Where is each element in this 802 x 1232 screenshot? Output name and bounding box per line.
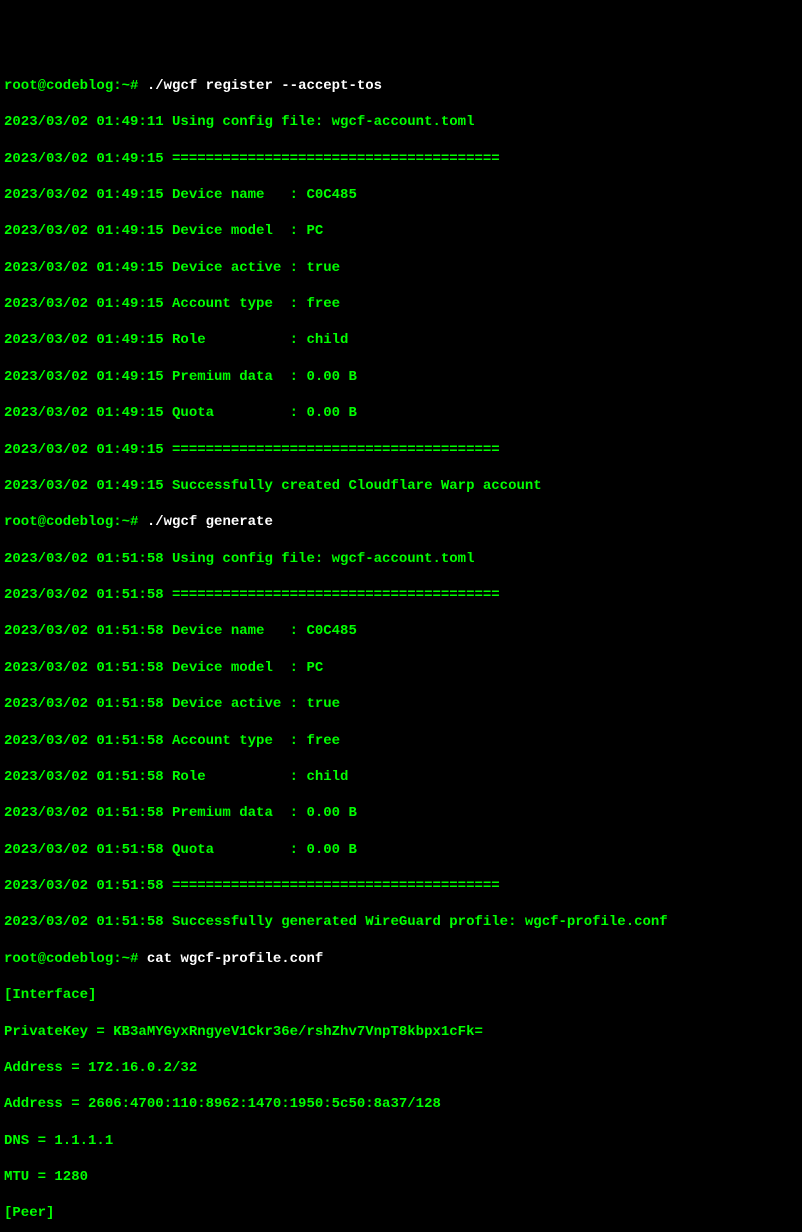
output-line: 2023/03/02 01:51:58 Quota : 0.00 B (4, 841, 798, 859)
output-line: 2023/03/02 01:51:58 Account type : free (4, 732, 798, 750)
output-line: 2023/03/02 01:49:11 Using config file: w… (4, 113, 798, 131)
prompt-path: ~ (122, 78, 130, 94)
conf-line: MTU = 1280 (4, 1168, 798, 1186)
output-line: 2023/03/02 01:49:15 Quota : 0.00 B (4, 404, 798, 422)
prompt-line-3[interactable]: root@codeblog:~# cat wgcf-profile.conf (4, 950, 798, 968)
prompt-hash: # (130, 514, 147, 530)
conf-line: Address = 2606:4700:110:8962:1470:1950:5… (4, 1095, 798, 1113)
prompt-hash: # (130, 951, 147, 967)
output-line: 2023/03/02 01:51:58 ====================… (4, 586, 798, 604)
prompt-userhost: root@codeblog (4, 78, 113, 94)
output-line: 2023/03/02 01:51:58 ====================… (4, 877, 798, 895)
prompt-path: ~ (122, 951, 130, 967)
output-line: 2023/03/02 01:51:58 Successfully generat… (4, 913, 798, 931)
output-line: 2023/03/02 01:49:15 Device active : true (4, 259, 798, 277)
conf-line: [Peer] (4, 1204, 798, 1222)
prompt-userhost: root@codeblog (4, 514, 113, 530)
command-text: ./wgcf generate (147, 514, 273, 530)
prompt-sep: : (113, 951, 121, 967)
output-line: 2023/03/02 01:51:58 Using config file: w… (4, 550, 798, 568)
command-text: ./wgcf register --accept-tos (147, 78, 382, 94)
command-text: cat wgcf-profile.conf (147, 951, 323, 967)
output-line: 2023/03/02 01:49:15 Successfully created… (4, 477, 798, 495)
prompt-sep: : (113, 78, 121, 94)
prompt-line-1[interactable]: root@codeblog:~# ./wgcf register --accep… (4, 77, 798, 95)
prompt-hash: # (130, 78, 147, 94)
output-line: 2023/03/02 01:49:15 Premium data : 0.00 … (4, 368, 798, 386)
conf-line: Address = 172.16.0.2/32 (4, 1059, 798, 1077)
output-line: 2023/03/02 01:49:15 ====================… (4, 150, 798, 168)
prompt-sep: : (113, 514, 121, 530)
output-line: 2023/03/02 01:49:15 ====================… (4, 441, 798, 459)
output-line: 2023/03/02 01:49:15 Device name : C0C485 (4, 186, 798, 204)
conf-line: [Interface] (4, 986, 798, 1004)
prompt-userhost: root@codeblog (4, 951, 113, 967)
conf-line: DNS = 1.1.1.1 (4, 1132, 798, 1150)
output-line: 2023/03/02 01:51:58 Role : child (4, 768, 798, 786)
output-line: 2023/03/02 01:49:15 Role : child (4, 331, 798, 349)
prompt-path: ~ (122, 514, 130, 530)
output-line: 2023/03/02 01:51:58 Device name : C0C485 (4, 622, 798, 640)
output-line: 2023/03/02 01:51:58 Device model : PC (4, 659, 798, 677)
output-line: 2023/03/02 01:51:58 Premium data : 0.00 … (4, 804, 798, 822)
prompt-line-2[interactable]: root@codeblog:~# ./wgcf generate (4, 513, 798, 531)
output-line: 2023/03/02 01:49:15 Device model : PC (4, 222, 798, 240)
output-line: 2023/03/02 01:49:15 Account type : free (4, 295, 798, 313)
output-line: 2023/03/02 01:51:58 Device active : true (4, 695, 798, 713)
conf-line: PrivateKey = KB3aMYGyxRngyeV1Ckr36e/rshZ… (4, 1023, 798, 1041)
